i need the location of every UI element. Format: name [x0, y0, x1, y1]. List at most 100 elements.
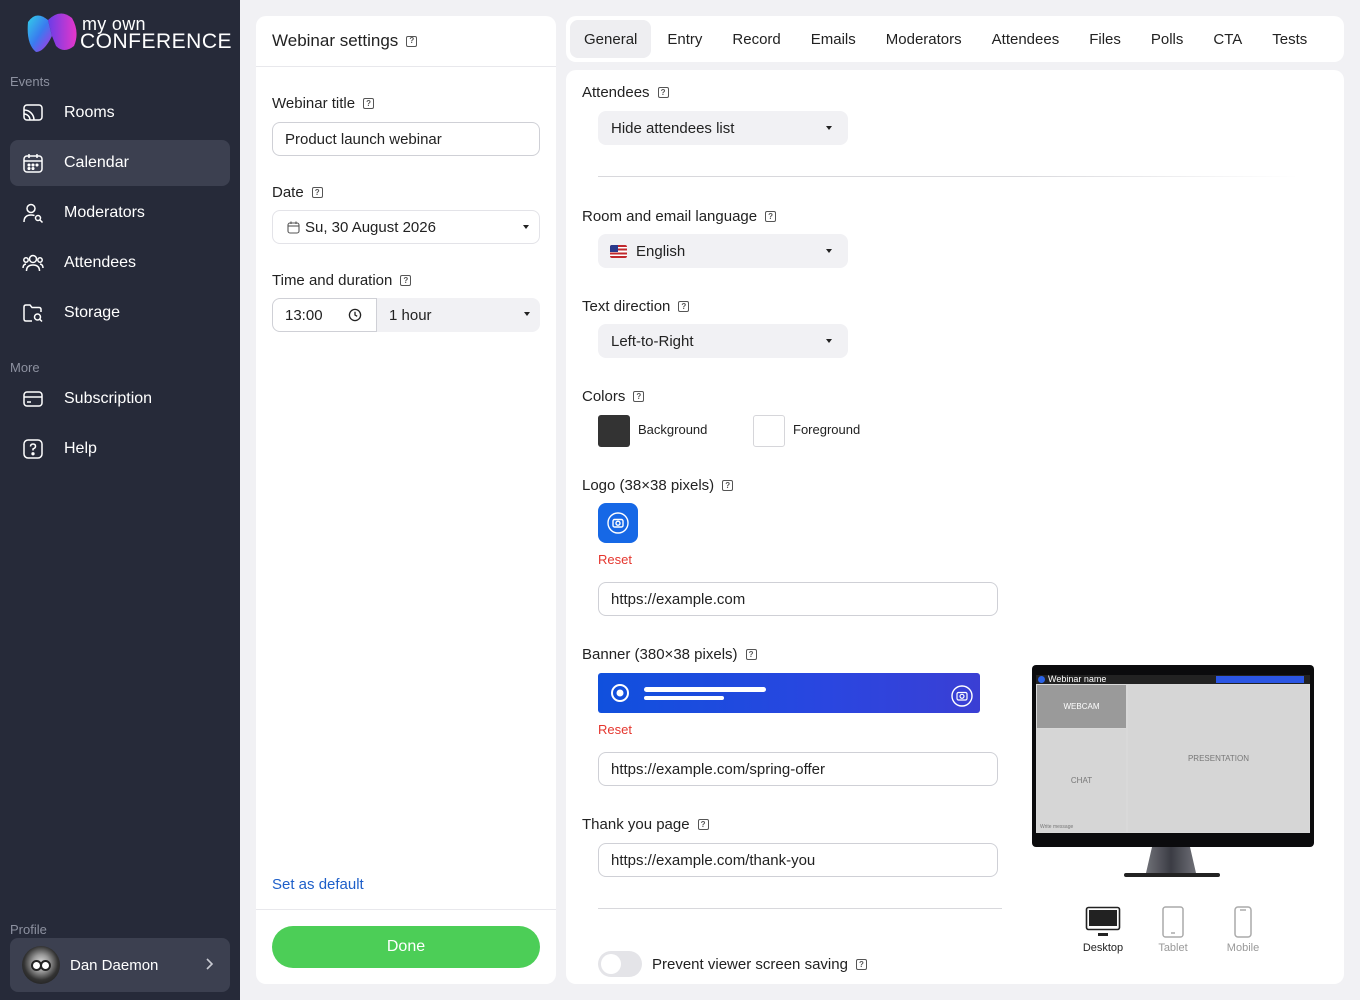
- sidebar-item-label: Rooms: [64, 104, 115, 121]
- foreground-color-swatch[interactable]: [753, 415, 785, 447]
- done-button[interactable]: Done: [272, 926, 540, 968]
- sidebar-item-storage[interactable]: Storage: [10, 290, 230, 336]
- webinar-title-label-text: Webinar title: [272, 95, 356, 112]
- help-icon[interactable]: ?: [745, 649, 757, 660]
- logo-label-text: Logo (38×38 pixels): [582, 477, 715, 494]
- banner-upload[interactable]: [598, 673, 980, 713]
- logo-label: Logo (38×38 pixels) ?: [582, 477, 734, 494]
- logo-mark-icon: [27, 13, 77, 53]
- help-icon[interactable]: ?: [633, 391, 645, 402]
- caret-down-icon: [826, 249, 832, 253]
- foreground-label: Foreground: [793, 422, 861, 437]
- tablet-icon: [1162, 906, 1184, 938]
- screen-saving-label: Prevent viewer screen saving ?: [652, 956, 867, 973]
- preview-webinar-name: Webinar name: [1048, 675, 1107, 684]
- tab-emails[interactable]: Emails: [797, 20, 870, 58]
- preview-webcam: WEBCAM: [1037, 685, 1126, 728]
- screen-saving-toggle[interactable]: [598, 951, 642, 977]
- section-divider: [598, 176, 1298, 177]
- preview-header: Webinar name: [1036, 675, 1310, 684]
- language-select[interactable]: English: [598, 234, 848, 268]
- date-label-text: Date: [272, 184, 304, 201]
- banner-reset-link[interactable]: Reset: [598, 722, 632, 737]
- tab-tests[interactable]: Tests: [1258, 20, 1321, 58]
- thank-you-url-input[interactable]: [598, 843, 998, 877]
- duration-select[interactable]: 1 hour: [377, 298, 540, 332]
- logo-url-input[interactable]: [598, 582, 998, 616]
- sidebar-item-help[interactable]: Help: [10, 426, 230, 472]
- general-settings-panel: Attendees ? Hide attendees list Room and…: [566, 70, 1344, 984]
- text-direction-select[interactable]: Left-to-Right: [598, 324, 848, 358]
- sidebar-item-subscription[interactable]: Subscription: [10, 376, 230, 422]
- tab-entry[interactable]: Entry: [653, 20, 716, 58]
- help-icon[interactable]: ?: [311, 187, 323, 198]
- background-label: Background: [638, 422, 708, 437]
- device-label: Mobile: [1226, 942, 1260, 954]
- cast-icon: [22, 102, 44, 124]
- help-icon[interactable]: ?: [363, 98, 375, 109]
- logo-reset-link[interactable]: Reset: [598, 552, 632, 567]
- device-desktop-button[interactable]: Desktop: [1073, 906, 1133, 958]
- date-picker[interactable]: Su, 30 August 2026: [272, 210, 540, 244]
- tab-attendees[interactable]: Attendees: [978, 20, 1074, 58]
- sidebar-item-rooms[interactable]: Rooms: [10, 90, 230, 136]
- date-value: Su, 30 August 2026: [305, 218, 436, 236]
- brand-logo[interactable]: my own CONFERENCE: [26, 12, 232, 54]
- attendees-setting-label: Attendees ?: [582, 84, 669, 101]
- tab-moderators[interactable]: Moderators: [872, 20, 976, 58]
- attendees-list-select[interactable]: Hide attendees list: [598, 111, 848, 145]
- device-mobile-button[interactable]: Mobile: [1213, 906, 1273, 958]
- preview-write-message: Write message: [1040, 824, 1074, 830]
- device-tablet-button[interactable]: Tablet: [1143, 906, 1203, 958]
- panel-title: Webinar settings: [272, 31, 399, 50]
- help-icon[interactable]: ?: [406, 35, 418, 47]
- tab-polls[interactable]: Polls: [1137, 20, 1198, 58]
- time-label-text: Time and duration: [272, 272, 393, 289]
- time-input[interactable]: 13:00: [272, 298, 377, 332]
- banner-url-input[interactable]: [598, 752, 998, 786]
- banner-label: Banner (380×38 pixels) ?: [582, 646, 757, 663]
- webinar-title-label: Webinar title ?: [272, 95, 375, 112]
- profile-menu[interactable]: Dan Daemon: [10, 938, 230, 992]
- background-color-swatch[interactable]: [598, 415, 630, 447]
- webinar-title-input[interactable]: [272, 122, 540, 156]
- colors-label-text: Colors: [582, 388, 626, 405]
- mobile-icon: [1234, 906, 1252, 938]
- footer-divider: [256, 909, 556, 910]
- direction-select-value: Left-to-Right: [611, 332, 694, 350]
- help-icon[interactable]: ?: [697, 819, 709, 830]
- profile-heading: Profile: [10, 922, 47, 937]
- settings-tabs: General Entry Record Emails Moderators A…: [566, 16, 1344, 62]
- attendees-select-value: Hide attendees list: [611, 119, 735, 137]
- device-label: Desktop: [1082, 942, 1124, 954]
- help-icon[interactable]: ?: [678, 301, 690, 312]
- banner-label-text: Banner (380×38 pixels): [582, 646, 738, 663]
- help-icon[interactable]: ?: [855, 959, 867, 970]
- set-as-default-link[interactable]: Set as default: [272, 876, 364, 893]
- avatar: [22, 946, 60, 984]
- sidebar-item-label: Storage: [64, 304, 121, 321]
- clock-icon[interactable]: [348, 308, 362, 322]
- help-icon[interactable]: ?: [765, 211, 777, 222]
- language-setting-label: Room and email language ?: [582, 208, 777, 225]
- users-icon: [22, 252, 44, 274]
- tab-files[interactable]: Files: [1075, 20, 1135, 58]
- preview-banner: [1216, 676, 1304, 683]
- logo-upload[interactable]: [598, 503, 638, 543]
- time-value: 13:00: [285, 306, 323, 324]
- sidebar-item-attendees[interactable]: Attendees: [10, 240, 230, 286]
- sidebar-item-moderators[interactable]: Moderators: [10, 190, 230, 236]
- help-icon[interactable]: ?: [722, 480, 734, 491]
- time-label: Time and duration ?: [272, 272, 412, 289]
- tab-cta[interactable]: CTA: [1199, 20, 1256, 58]
- caret-down-icon: [826, 126, 832, 130]
- tab-record[interactable]: Record: [718, 20, 794, 58]
- sidebar-item-calendar[interactable]: Calendar: [10, 140, 230, 186]
- duration-value: 1 hour: [389, 306, 432, 324]
- calendar-icon: [287, 221, 300, 234]
- tab-general[interactable]: General: [570, 20, 652, 58]
- help-icon[interactable]: ?: [400, 275, 412, 286]
- banner-preview-icon: [611, 684, 973, 707]
- help-icon[interactable]: ?: [657, 87, 669, 98]
- desktop-icon: [1085, 906, 1121, 936]
